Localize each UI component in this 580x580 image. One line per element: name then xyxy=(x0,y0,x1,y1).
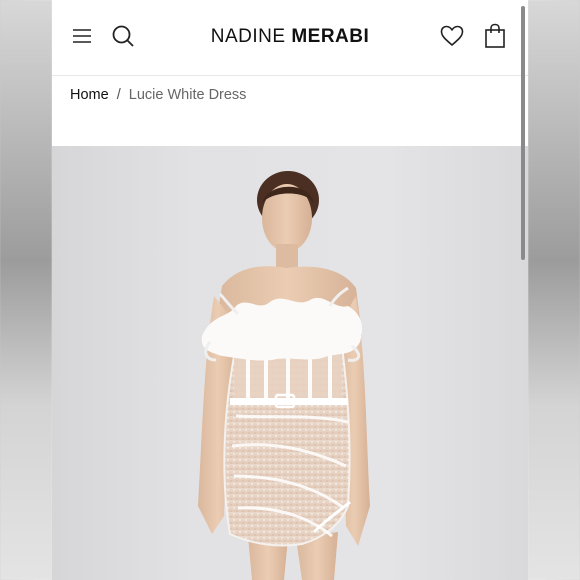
site-header: NADINE MERABI xyxy=(52,0,528,76)
breadcrumb-current: Lucie White Dress xyxy=(128,87,247,103)
brand-name-first: NADINE xyxy=(210,26,286,47)
heart-icon xyxy=(440,25,464,46)
brand-name-last: MERABI xyxy=(291,26,370,47)
scrollbar[interactable] xyxy=(521,6,525,260)
product-page: NADINE MERABI Home / Lucie White Dress xyxy=(52,0,528,580)
cart-button[interactable] xyxy=(481,22,509,50)
shopping-bag-icon xyxy=(485,23,505,48)
wishlist-button[interactable] xyxy=(438,22,466,50)
breadcrumb-home-link[interactable]: Home xyxy=(70,87,109,103)
photo-frame-right xyxy=(528,0,580,580)
model-photo xyxy=(198,171,370,580)
breadcrumb: Home / Lucie White Dress xyxy=(70,87,246,103)
breadcrumb-separator: / xyxy=(116,87,121,103)
photo-frame-left xyxy=(0,0,52,580)
product-image[interactable] xyxy=(52,146,528,580)
